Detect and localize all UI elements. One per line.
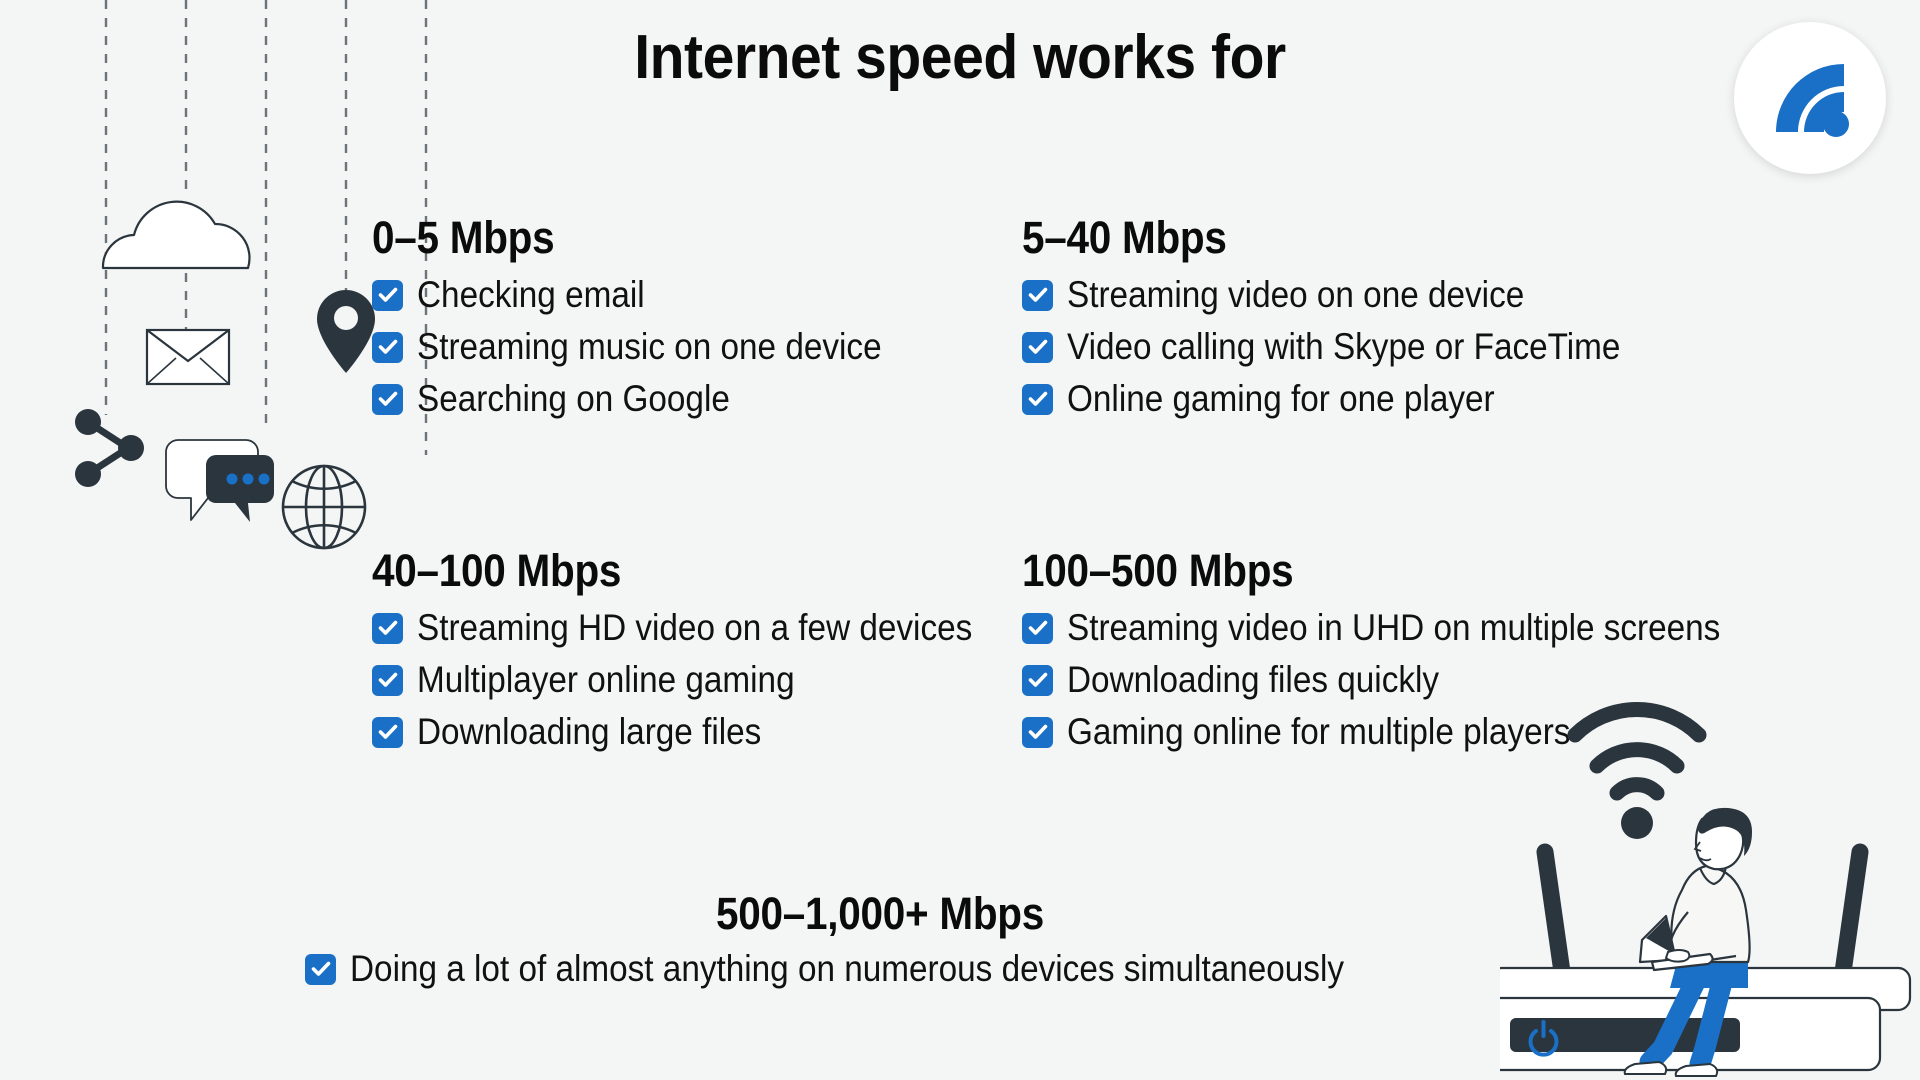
speed-tier-block: 40–100 Mbps Streaming HD video on a few … bbox=[372, 545, 1034, 752]
list-item[interactable]: Streaming video on one device bbox=[1022, 274, 1682, 315]
checkbox-checked-icon[interactable] bbox=[372, 664, 403, 696]
location-pin-icon bbox=[317, 290, 375, 373]
checkbox-checked-icon[interactable] bbox=[1022, 383, 1053, 415]
list-item-label: Downloading files quickly bbox=[1067, 658, 1440, 700]
checkbox-checked-icon[interactable] bbox=[372, 383, 403, 415]
speed-tier-block: 100–500 Mbps Streaming video in UHD on m… bbox=[1022, 545, 1793, 752]
list-item-label: Streaming video in UHD on multiple scree… bbox=[1067, 607, 1721, 648]
list-item-label: Streaming HD video on a few devices bbox=[417, 607, 973, 648]
power-button-icon[interactable] bbox=[1528, 1020, 1559, 1057]
tier-item-list: Doing a lot of almost anything on numero… bbox=[0, 948, 1760, 989]
list-item-label: Multiplayer online gaming bbox=[417, 658, 795, 700]
page-title: Internet speed works for bbox=[634, 23, 1286, 92]
list-item[interactable]: Doing a lot of almost anything on numero… bbox=[305, 948, 1454, 989]
globe-icon bbox=[281, 464, 367, 550]
wifi-dot-icon bbox=[1621, 807, 1653, 839]
list-item[interactable]: Streaming music on one device bbox=[372, 325, 933, 367]
chat-bubbles-icon bbox=[165, 439, 274, 522]
router-led-strip bbox=[1510, 1018, 1740, 1052]
checkbox-checked-icon[interactable] bbox=[1022, 664, 1053, 696]
tier-item-list: Streaming video on one device Video call… bbox=[1022, 274, 1682, 419]
cloud-icon bbox=[101, 200, 251, 270]
tier-heading: 0–5 Mbps bbox=[372, 212, 555, 263]
list-item[interactable]: Downloading large files bbox=[372, 710, 1034, 752]
list-item-label: Downloading large files bbox=[417, 710, 762, 752]
speed-tier-block: 5–40 Mbps Streaming video on one device … bbox=[1022, 212, 1682, 419]
speed-tier-block: 500–1,000+ Mbps Doing a lot of almost an… bbox=[0, 888, 1760, 989]
list-item[interactable]: Video calling with Skype or FaceTime bbox=[1022, 325, 1682, 367]
checkbox-checked-icon[interactable] bbox=[1022, 279, 1053, 311]
tier-heading: 5–40 Mbps bbox=[1022, 212, 1227, 263]
tier-item-list: Streaming video in UHD on multiple scree… bbox=[1022, 607, 1793, 752]
share-network-icon bbox=[75, 409, 144, 487]
tier-item-list: Streaming HD video on a few devices Mult… bbox=[372, 607, 1034, 752]
list-item[interactable]: Checking email bbox=[372, 274, 933, 315]
list-item-label: Checking email bbox=[417, 274, 645, 315]
list-item-label: Video calling with Skype or FaceTime bbox=[1067, 325, 1621, 367]
tier-item-list: Checking email Streaming music on one de… bbox=[372, 274, 933, 419]
checkbox-checked-icon[interactable] bbox=[372, 331, 403, 363]
list-item[interactable]: Multiplayer online gaming bbox=[372, 658, 1034, 700]
checkbox-checked-icon[interactable] bbox=[1022, 612, 1053, 644]
tier-heading: 100–500 Mbps bbox=[1022, 545, 1294, 596]
list-item-label: Doing a lot of almost anything on numero… bbox=[350, 948, 1345, 989]
list-item-label: Streaming video on one device bbox=[1067, 274, 1525, 315]
list-item-label: Gaming online for multiple players bbox=[1067, 710, 1571, 752]
list-item[interactable]: Online gaming for one player bbox=[1022, 377, 1682, 419]
checkbox-checked-icon[interactable] bbox=[1022, 331, 1053, 363]
router-body bbox=[1500, 996, 1882, 1072]
list-item-label: Searching on Google bbox=[417, 377, 730, 419]
tier-heading: 500–1,000+ Mbps bbox=[715, 888, 1045, 939]
checkbox-checked-icon[interactable] bbox=[372, 716, 403, 748]
list-item[interactable]: Searching on Google bbox=[372, 377, 933, 419]
infographic-canvas: Internet speed works for 0–5 Mbps Checki… bbox=[0, 0, 1920, 1080]
list-item-label: Streaming music on one device bbox=[417, 325, 882, 367]
list-item-label: Online gaming for one player bbox=[1067, 377, 1495, 419]
speed-tier-block: 0–5 Mbps Checking email Streaming music … bbox=[372, 212, 933, 419]
envelope-icon bbox=[145, 328, 231, 386]
list-item[interactable]: Gaming online for multiple players bbox=[1022, 710, 1793, 752]
list-item[interactable]: Streaming video in UHD on multiple scree… bbox=[1022, 607, 1793, 648]
list-item[interactable]: Streaming HD video on a few devices bbox=[372, 607, 1034, 648]
tier-heading: 40–100 Mbps bbox=[372, 545, 622, 596]
checkbox-checked-icon[interactable] bbox=[1022, 716, 1053, 748]
checkbox-checked-icon[interactable] bbox=[372, 279, 403, 311]
checkbox-checked-icon[interactable] bbox=[372, 612, 403, 644]
list-item[interactable]: Downloading files quickly bbox=[1022, 658, 1793, 700]
checkbox-checked-icon[interactable] bbox=[305, 953, 337, 985]
